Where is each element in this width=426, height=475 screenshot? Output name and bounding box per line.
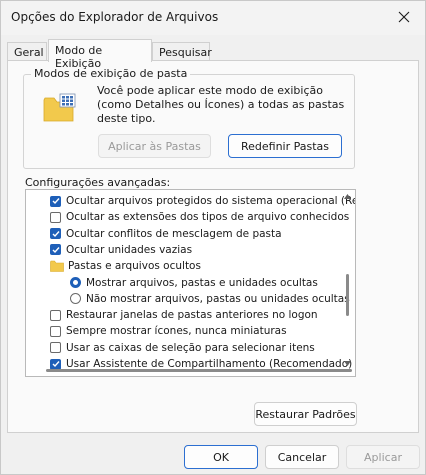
scroll-up-icon[interactable] <box>344 194 351 199</box>
close-icon <box>398 11 410 23</box>
window-title: Opções do Explorador de Arquivos <box>11 10 219 24</box>
radio[interactable] <box>70 293 81 305</box>
checkbox-checked[interactable] <box>50 244 61 256</box>
advanced-item-4[interactable]: Pastas e arquivos ocultos <box>50 258 201 274</box>
advanced-item-2[interactable]: Ocultar conflitos de mesclagem de pasta <box>50 226 282 242</box>
checkbox-checked[interactable] <box>50 195 61 207</box>
options-dialog: Opções do Explorador de Arquivos Geral M… <box>0 0 426 475</box>
advanced-item-label: Restaurar janelas de pastas anteriores n… <box>66 309 318 322</box>
advanced-item-5[interactable]: Mostrar arquivos, pastas e unidades ocul… <box>70 275 318 291</box>
advanced-item-label: Sempre mostrar ícones, nunca miniaturas <box>66 325 287 338</box>
apply-to-folders-button[interactable]: Aplicar às Pastas <box>98 134 211 158</box>
restore-defaults-button[interactable]: Restaurar Padrões <box>254 402 357 426</box>
tab-pesquisar[interactable]: Pesquisar <box>152 42 212 61</box>
checkmark-icon <box>52 361 60 368</box>
advanced-item-9[interactable]: Usar as caixas de seleção para seleciona… <box>50 340 315 356</box>
tab-modo-de-exibicao[interactable]: Modo de Exibição <box>48 39 152 70</box>
advanced-item-label: Não mostrar arquivos, pastas ou unidades… <box>86 292 350 305</box>
vertical-scrollbar-thumb[interactable] <box>346 274 349 316</box>
checkbox[interactable] <box>50 309 61 321</box>
advanced-item-label: Mostrar arquivos, pastas e unidades ocul… <box>86 276 318 289</box>
advanced-item-label: Ocultar unidades vazias <box>66 243 193 256</box>
advanced-item-6[interactable]: Não mostrar arquivos, pastas ou unidades… <box>70 291 350 307</box>
folder-views-description: Você pode aplicar este modo de exibição … <box>97 84 345 125</box>
advanced-item-1[interactable]: Ocultar as extensões dos tipos de arquiv… <box>50 209 349 225</box>
advanced-item-3[interactable]: Ocultar unidades vazias <box>50 242 192 258</box>
scroll-down-icon[interactable] <box>344 361 351 366</box>
checkbox[interactable] <box>50 211 61 223</box>
advanced-item-label: Usar as caixas de seleção para seleciona… <box>66 341 315 354</box>
horizontal-scrollbar-thumb[interactable] <box>46 369 352 372</box>
title-bar: Opções do Explorador de Arquivos <box>1 1 425 35</box>
advanced-item-7[interactable]: Restaurar janelas de pastas anteriores n… <box>50 307 318 323</box>
cancel-button[interactable]: Cancelar <box>265 445 339 469</box>
checkbox-checked[interactable] <box>50 228 61 240</box>
radio-selected[interactable] <box>70 277 81 288</box>
checkbox[interactable] <box>50 342 61 354</box>
reset-folders-button[interactable]: Redefinir Pastas <box>228 134 342 158</box>
advanced-settings-label: Configurações avançadas: <box>25 176 171 189</box>
advanced-item-label: Ocultar arquivos protegidos do sistema o… <box>66 195 356 207</box>
advanced-item-label: Ocultar conflitos de mesclagem de pasta <box>66 227 282 240</box>
advanced-item-0[interactable]: Ocultar arquivos protegidos do sistema o… <box>50 193 356 209</box>
tab-geral[interactable]: Geral <box>7 42 47 61</box>
apply-button[interactable]: Aplicar <box>346 445 420 469</box>
checkmark-icon <box>52 246 60 253</box>
tab-strip: Geral Modo de Exibição Pesquisar <box>7 39 417 70</box>
checkbox-checked[interactable] <box>50 358 61 370</box>
close-button[interactable] <box>383 1 425 33</box>
folder-grid-icon <box>43 93 76 122</box>
advanced-item-label: Ocultar as extensões dos tipos de arquiv… <box>66 211 350 224</box>
folder-icon <box>50 260 64 272</box>
advanced-item-8[interactable]: Sempre mostrar ícones, nunca miniaturas <box>50 323 287 339</box>
checkmark-icon <box>52 230 60 237</box>
checkmark-icon <box>52 198 60 205</box>
advanced-settings-list[interactable]: Ocultar arquivos protegidos do sistema o… <box>25 189 356 377</box>
advanced-item-label: Pastas e arquivos ocultos <box>68 260 201 273</box>
ok-button[interactable]: OK <box>184 445 258 469</box>
checkbox[interactable] <box>50 325 61 337</box>
